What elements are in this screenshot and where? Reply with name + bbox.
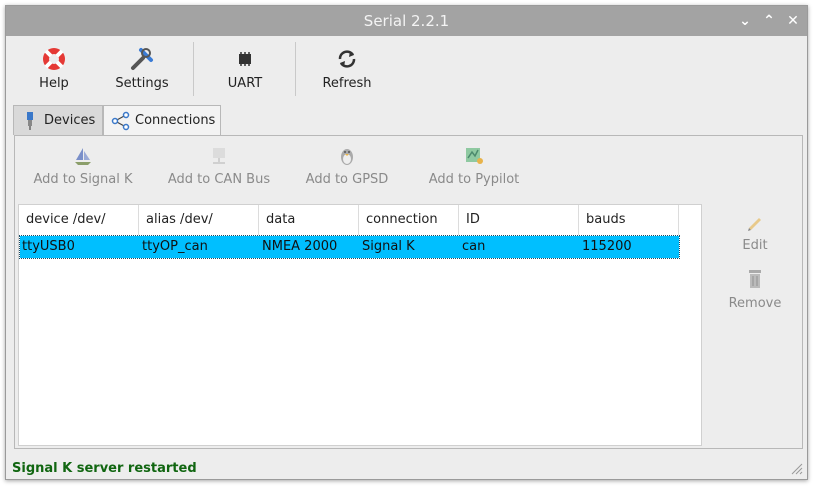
- can-bus-icon: [213, 148, 225, 164]
- pencil-icon: [748, 218, 761, 231]
- column-header[interactable]: device /dev/: [19, 205, 139, 235]
- uart-label: UART: [227, 76, 263, 91]
- cell-alias: ttyOP_can: [142, 239, 208, 254]
- settings-button[interactable]: Settings: [102, 42, 182, 98]
- connections-panel: Add to Signal K Add to CAN Bus Add to GP…: [14, 135, 803, 449]
- help-button[interactable]: Help: [14, 42, 94, 98]
- add-signalk-button[interactable]: Add to Signal K: [33, 146, 133, 187]
- settings-label: Settings: [115, 76, 169, 91]
- add-pypilot-button[interactable]: Add to Pypilot: [422, 146, 526, 187]
- status-message: Signal K server restarted: [12, 461, 197, 476]
- sailboat-icon: [75, 148, 91, 165]
- lifebuoy-icon: [43, 48, 65, 70]
- refresh-icon: [338, 50, 356, 68]
- column-header[interactable]: bauds: [579, 205, 679, 235]
- tab-connections[interactable]: Connections: [103, 105, 221, 135]
- edit-label: Edit: [742, 238, 768, 253]
- map-icon: [466, 148, 483, 164]
- add-gpsd-button[interactable]: Add to GPSD: [304, 146, 390, 187]
- tab-devices-label: Devices: [44, 113, 96, 128]
- column-header[interactable]: ID: [459, 205, 579, 235]
- connections-table[interactable]: device /dev/ alias /dev/ data connection…: [18, 204, 702, 446]
- penguin-icon: [341, 149, 353, 165]
- title-bar[interactable]: Serial 2.2.1 ⌄ ⌃ ✕: [6, 6, 807, 36]
- trash-icon: [749, 270, 761, 288]
- cell-data: NMEA 2000: [262, 239, 338, 254]
- tab-devices[interactable]: Devices: [13, 105, 103, 135]
- refresh-button[interactable]: Refresh: [307, 42, 387, 98]
- toolbar-separator: [193, 42, 194, 96]
- refresh-label: Refresh: [322, 76, 372, 91]
- minimize-button[interactable]: ⌄: [735, 11, 755, 31]
- help-label: Help: [39, 76, 69, 91]
- cell-device: ttyUSB0: [22, 239, 75, 254]
- toolbar: Help Settings UART Refresh: [6, 36, 807, 102]
- app-window: Serial 2.2.1 ⌄ ⌃ ✕ Help Settings UART Re…: [5, 5, 808, 480]
- share-icon: [111, 111, 130, 131]
- usb-plug-icon: [27, 112, 33, 130]
- edit-button[interactable]: Edit: [715, 212, 795, 253]
- toolbar-separator: [295, 42, 296, 96]
- close-button[interactable]: ✕: [783, 11, 803, 31]
- add-canbus-label: Add to CAN Bus: [167, 172, 271, 187]
- resize-grip-icon[interactable]: [789, 461, 803, 475]
- remove-label: Remove: [728, 296, 782, 311]
- column-header[interactable]: connection: [359, 205, 459, 235]
- add-canbus-button[interactable]: Add to CAN Bus: [167, 146, 271, 187]
- remove-button[interactable]: Remove: [715, 268, 795, 311]
- uart-button[interactable]: UART: [205, 42, 285, 98]
- add-signalk-label: Add to Signal K: [33, 172, 133, 187]
- window-title: Serial 2.2.1: [363, 12, 450, 30]
- chip-icon: [239, 52, 251, 66]
- column-header[interactable]: data: [259, 205, 359, 235]
- maximize-button[interactable]: ⌃: [759, 11, 779, 31]
- cell-connection: Signal K: [362, 239, 415, 254]
- add-gpsd-label: Add to GPSD: [305, 172, 389, 187]
- tab-connections-label: Connections: [135, 113, 216, 128]
- column-header[interactable]: alias /dev/: [139, 205, 259, 235]
- add-pypilot-label: Add to Pypilot: [428, 172, 520, 187]
- tools-icon: [131, 48, 153, 70]
- table-header: device /dev/ alias /dev/ data connection…: [19, 205, 679, 235]
- table-row[interactable]: ttyUSB0 ttyOP_can NMEA 2000 Signal K can…: [19, 235, 680, 259]
- cell-id: can: [462, 239, 486, 254]
- cell-bauds: 115200: [582, 239, 632, 254]
